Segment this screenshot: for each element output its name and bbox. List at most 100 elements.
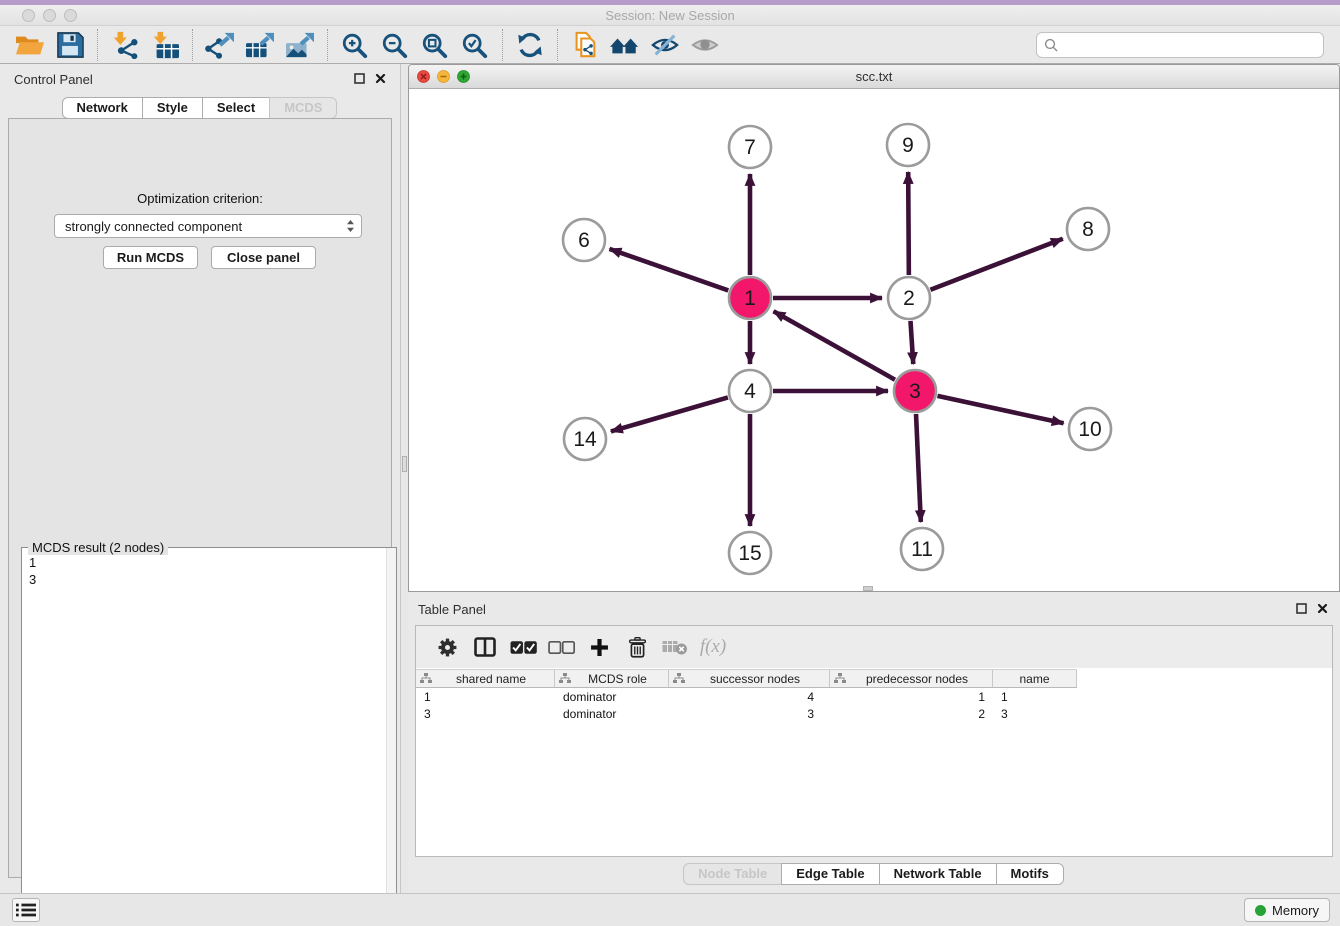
column-header-shared-name[interactable]: shared name [416, 670, 555, 687]
table-row[interactable]: 3 dominator 3 2 3 [416, 706, 1077, 723]
hide-selected-button[interactable] [645, 28, 685, 62]
search-input[interactable] [1063, 37, 1316, 52]
tab-edge-table[interactable]: Edge Table [781, 863, 879, 885]
table-header-row: shared name MCDS role [416, 669, 1077, 688]
graph-node-label-14: 14 [573, 428, 597, 451]
export-image-button[interactable] [280, 28, 320, 62]
column-header-mcds-role[interactable]: MCDS role [555, 670, 669, 687]
zoom-out-button[interactable] [375, 28, 415, 62]
select-all-button[interactable] [504, 630, 542, 664]
show-column-button[interactable] [466, 630, 504, 664]
tab-motifs[interactable]: Motifs [996, 863, 1064, 885]
window-titlebar: Session: New Session [0, 5, 1340, 26]
close-panel-button[interactable]: Close panel [211, 246, 316, 269]
close-table-panel-icon[interactable] [1317, 603, 1328, 614]
criterion-select[interactable]: strongly connected component [54, 214, 362, 238]
home-view-button[interactable] [605, 28, 645, 62]
network-graph[interactable]: 7968124314101511 [409, 89, 1339, 591]
control-panel-tabs: Network Style Select MCDS [0, 97, 400, 119]
plus-icon [590, 638, 609, 657]
add-column-button[interactable] [580, 630, 618, 664]
criterion-selected-value: strongly connected component [65, 219, 346, 234]
memory-button[interactable]: Memory [1244, 898, 1330, 922]
float-panel-icon[interactable] [354, 73, 365, 84]
export-network-button[interactable] [200, 28, 240, 62]
graph-edge-3-11[interactable] [916, 414, 921, 522]
graph-edge-1-6[interactable] [609, 249, 728, 291]
close-panel-icon[interactable] [375, 73, 386, 84]
tab-network[interactable]: Network [62, 97, 143, 119]
task-history-button[interactable] [12, 898, 40, 922]
function-builder-button[interactable]: f(x) [694, 630, 732, 664]
export-network-icon [204, 31, 236, 59]
tab-mcds[interactable]: MCDS [269, 97, 337, 119]
zoom-selected-button[interactable] [455, 28, 495, 62]
toolbar-separator [557, 29, 558, 61]
first-neighbors-button[interactable] [565, 28, 605, 62]
tab-network-table[interactable]: Network Table [879, 863, 997, 885]
table-toolbar: f(x) [416, 626, 1332, 668]
graph-edge-2-9[interactable] [908, 172, 909, 275]
graph-edge-2-3[interactable] [910, 321, 913, 364]
graph-edge-3-10[interactable] [937, 396, 1063, 423]
canvas-resize-grip[interactable] [863, 586, 873, 591]
toolbar-separator [502, 29, 503, 61]
graph-node-label-7: 7 [744, 136, 756, 159]
memory-status-dot [1255, 905, 1266, 916]
mcds-result-title: MCDS result (2 nodes) [28, 540, 168, 555]
result-scrollbar[interactable] [386, 548, 396, 925]
column-header-successor-nodes[interactable]: successor nodes [669, 670, 830, 687]
memory-label: Memory [1272, 903, 1319, 918]
export-table-button[interactable] [240, 28, 280, 62]
open-session-button[interactable] [10, 28, 50, 62]
graph-edge-3-1[interactable] [774, 311, 895, 379]
select-stepper-icon [346, 219, 355, 233]
mcds-result-box: MCDS result (2 nodes) 1 3 [21, 547, 397, 926]
workspace: scc.txt 7968124314101511 Table Panel [408, 64, 1340, 893]
table-settings-button[interactable] [428, 630, 466, 664]
graph-node-label-1: 1 [744, 287, 756, 310]
import-table-icon [149, 31, 181, 59]
delete-table-button[interactable] [656, 630, 694, 664]
graph-node-label-3: 3 [909, 380, 921, 403]
gear-icon [437, 637, 458, 658]
tab-select[interactable]: Select [202, 97, 270, 119]
import-network-button[interactable] [105, 28, 145, 62]
deselect-all-button[interactable] [542, 630, 580, 664]
control-panel-title: Control Panel [14, 72, 93, 87]
unchecked-boxes-icon [548, 640, 575, 655]
import-table-button[interactable] [145, 28, 185, 62]
table-row[interactable]: 1 dominator 4 1 1 [416, 689, 1077, 706]
tree-icon [834, 673, 846, 684]
graph-edge-4-14[interactable] [611, 397, 728, 431]
column-header-predecessor-nodes[interactable]: predecessor nodes [830, 670, 993, 687]
save-session-button[interactable] [50, 28, 90, 62]
table-panel-header: Table Panel [408, 600, 1340, 620]
column-header-name[interactable]: name [993, 670, 1077, 687]
tab-style[interactable]: Style [142, 97, 203, 119]
toolbar-separator [192, 29, 193, 61]
graph-edge-2-8[interactable] [930, 239, 1062, 290]
import-network-icon [109, 31, 141, 59]
network-window-titlebar[interactable]: scc.txt [409, 65, 1339, 89]
float-table-panel-icon[interactable] [1296, 603, 1307, 614]
run-mcds-button[interactable]: Run MCDS [103, 246, 198, 269]
splitter-grip[interactable] [402, 456, 407, 472]
mcds-panel: Optimization criterion: strongly connect… [8, 118, 392, 878]
table-panel-title: Table Panel [418, 602, 486, 617]
open-folder-icon [14, 31, 46, 59]
fx-icon: f(x) [700, 636, 726, 658]
result-value: 3 [29, 571, 36, 588]
graph-node-label-6: 6 [578, 229, 590, 252]
graph-node-label-11: 11 [911, 538, 933, 561]
refresh-layout-button[interactable] [510, 28, 550, 62]
zoom-in-button[interactable] [335, 28, 375, 62]
optimization-criterion-label: Optimization criterion: [9, 191, 391, 206]
toolbar-separator [97, 29, 98, 61]
panel-splitter[interactable] [400, 64, 408, 893]
delete-column-button[interactable] [618, 630, 656, 664]
tab-node-table[interactable]: Node Table [683, 863, 782, 885]
show-all-button[interactable] [685, 28, 725, 62]
zoom-fit-button[interactable] [415, 28, 455, 62]
save-floppy-icon [54, 31, 86, 59]
